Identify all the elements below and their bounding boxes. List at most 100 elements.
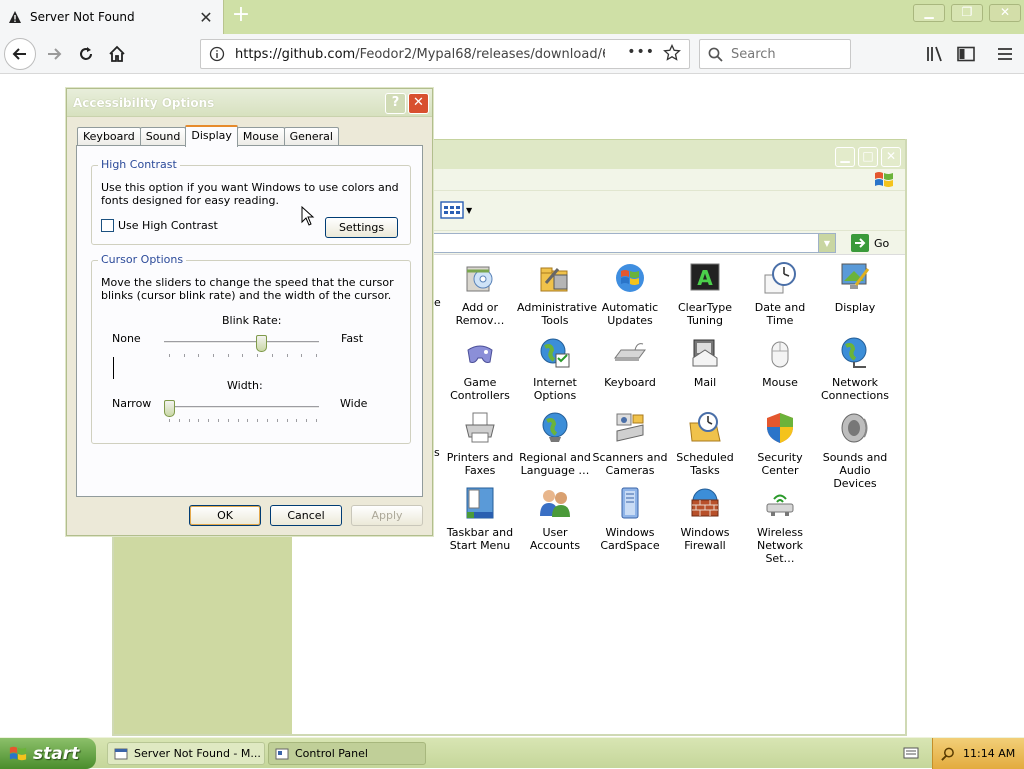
home-icon xyxy=(109,45,125,62)
menu-icon[interactable] xyxy=(994,43,1016,65)
minimize-window-button[interactable]: ▁ xyxy=(913,4,945,22)
use-high-contrast-checkbox-row[interactable]: Use High Contrast xyxy=(101,219,218,232)
close-icon[interactable]: ✕ xyxy=(408,93,429,114)
keyboard-tray-icon[interactable] xyxy=(903,747,919,759)
back-button[interactable] xyxy=(4,38,36,70)
cp-item-printers-and-faxes[interactable]: Printers and Faxes xyxy=(442,411,518,477)
cp-item-sounds-and-audio[interactable]: Sounds and Audio Devices xyxy=(817,411,893,490)
blink-rate-ticks xyxy=(169,354,317,358)
settings-button[interactable]: Settings xyxy=(325,217,398,238)
cp-item-taskbar-and-start-menu[interactable]: Taskbar and Start Menu xyxy=(442,486,518,552)
cancel-button[interactable]: Cancel xyxy=(270,505,342,526)
more-icon[interactable]: ••• xyxy=(627,44,655,60)
ok-button[interactable]: OK xyxy=(189,505,261,526)
cp-item-cleartype-tuning[interactable]: A ClearType Tuning xyxy=(667,261,743,327)
tab-sound[interactable]: Sound xyxy=(139,127,187,146)
cp-item-regional-and-language[interactable]: Regional and Language … xyxy=(517,411,593,477)
taskbar-item-control-panel[interactable]: Control Panel xyxy=(268,742,426,765)
cp-item-keyboard[interactable]: Keyboard xyxy=(592,336,668,389)
tab-mouse[interactable]: Mouse xyxy=(236,127,285,146)
views-icon xyxy=(440,201,464,219)
search-input[interactable] xyxy=(729,45,839,63)
dialog-titlebar[interactable]: Accessibility Options ? ✕ xyxy=(67,89,432,117)
back-arrow-icon xyxy=(12,48,26,60)
keyboard-icon xyxy=(614,343,646,361)
cp-item-internet-options[interactable]: Internet Options xyxy=(517,336,593,402)
browser-tab-title: Server Not Found xyxy=(30,10,135,24)
chevron-down-icon[interactable]: ▼ xyxy=(818,234,835,252)
blink-rate-max-label: Fast xyxy=(341,332,364,345)
sidebar-icon[interactable] xyxy=(955,43,977,65)
close-tab-icon[interactable]: ✕ xyxy=(197,8,215,27)
start-button[interactable]: start xyxy=(0,738,96,769)
clock-icon xyxy=(764,262,796,294)
tab-keyboard[interactable]: Keyboard xyxy=(77,127,141,146)
info-icon[interactable] xyxy=(209,46,225,62)
restore-window-button[interactable]: ❐ xyxy=(951,4,983,22)
help-button[interactable]: ? xyxy=(385,93,406,114)
url-text[interactable]: https://github.com/Feodor2/Mypal68/relea… xyxy=(235,47,605,62)
browser-nav-bar: https://github.com/Feodor2/Mypal68/relea… xyxy=(0,34,1024,74)
blink-rate-slider-thumb[interactable] xyxy=(256,335,268,352)
system-tray: 11:14 AM xyxy=(932,738,1024,769)
width-slider-thumb[interactable] xyxy=(164,400,175,417)
cp-item-date-and-time[interactable]: Date and Time xyxy=(742,261,818,327)
close-window-button[interactable]: ✕ xyxy=(989,4,1021,22)
blink-rate-slider-track[interactable] xyxy=(164,341,319,344)
taskbar-icon xyxy=(466,487,494,519)
go-arrow-icon xyxy=(851,234,869,252)
search-icon xyxy=(708,47,723,62)
browser-tab[interactable]: Server Not Found ✕ xyxy=(0,0,224,34)
cp-maximize-button[interactable]: □ xyxy=(858,147,878,167)
cp-item-windows-firewall[interactable]: Windows Firewall xyxy=(667,486,743,552)
firewall-icon xyxy=(691,488,719,517)
firefox-icon xyxy=(114,748,128,759)
cp-item-scheduled-tasks[interactable]: Scheduled Tasks xyxy=(667,411,743,477)
cp-close-button[interactable]: ✕ xyxy=(881,147,901,167)
start-label: start xyxy=(33,743,80,764)
svg-text:A: A xyxy=(697,266,713,290)
reload-icon xyxy=(80,47,92,60)
accessibility-options-dialog: Accessibility Options ? ✕ Keyboard Sound… xyxy=(66,88,433,536)
cp-item-user-accounts[interactable]: User Accounts xyxy=(517,486,593,552)
cp-item-game-controllers[interactable]: Game Controllers xyxy=(442,336,518,402)
cp-item-security-center[interactable]: Security Center xyxy=(742,411,818,477)
reload-button[interactable] xyxy=(70,38,102,70)
cp-minimize-button[interactable]: ▁ xyxy=(835,147,855,167)
cp-item-administrative-tools[interactable]: Administrative Tools xyxy=(517,261,597,327)
go-button[interactable]: Go xyxy=(851,234,889,252)
plus-icon[interactable]: + xyxy=(229,4,253,28)
apply-button[interactable]: Apply xyxy=(351,505,423,526)
cp-item-automatic-updates[interactable]: Automatic Updates xyxy=(592,261,668,327)
width-slider-track[interactable] xyxy=(164,406,319,409)
cp-item-mouse[interactable]: Mouse xyxy=(742,336,818,389)
high-contrast-legend: High Contrast xyxy=(98,158,180,171)
cp-item-network-connections[interactable]: Network Connections xyxy=(817,336,893,402)
cp-item-add-remove-programs[interactable]: Add or Remov… xyxy=(442,261,518,327)
search-icon[interactable] xyxy=(941,747,955,761)
cp-item-scanners-and-cameras[interactable]: Scanners and Cameras xyxy=(592,411,668,477)
star-icon[interactable] xyxy=(663,43,681,65)
library-icon[interactable] xyxy=(924,43,946,65)
home-button[interactable] xyxy=(101,38,133,70)
search-bar[interactable] xyxy=(699,39,851,69)
cp-item-display[interactable]: Display xyxy=(817,261,893,314)
cursor-options-description: Move the sliders to change the speed tha… xyxy=(101,276,394,302)
width-label: Width: xyxy=(227,379,263,392)
scanner-icon xyxy=(616,413,644,442)
use-high-contrast-checkbox[interactable] xyxy=(101,219,114,232)
cp-item-wireless-network-setup[interactable]: Wireless Network Set… xyxy=(742,486,818,565)
use-high-contrast-label: Use High Contrast xyxy=(118,219,218,232)
taskbar-item-firefox[interactable]: Server Not Found - M... xyxy=(107,742,265,765)
tab-general[interactable]: General xyxy=(283,127,339,146)
dialog-tabs: Keyboard Sound Display Mouse General xyxy=(77,125,339,147)
cp-item-windows-cardspace[interactable]: Windows CardSpace xyxy=(592,486,668,552)
url-bar[interactable]: https://github.com/Feodor2/Mypal68/relea… xyxy=(200,39,690,69)
speaker-icon xyxy=(841,413,868,443)
views-button[interactable]: ▼ xyxy=(440,201,472,219)
cursor-options-group: Cursor Options Move the sliders to chang… xyxy=(91,253,411,444)
forward-button[interactable] xyxy=(38,38,70,70)
wireless-icon xyxy=(766,494,794,516)
tab-display[interactable]: Display xyxy=(185,125,238,147)
cp-item-mail[interactable]: Mail xyxy=(667,336,743,389)
